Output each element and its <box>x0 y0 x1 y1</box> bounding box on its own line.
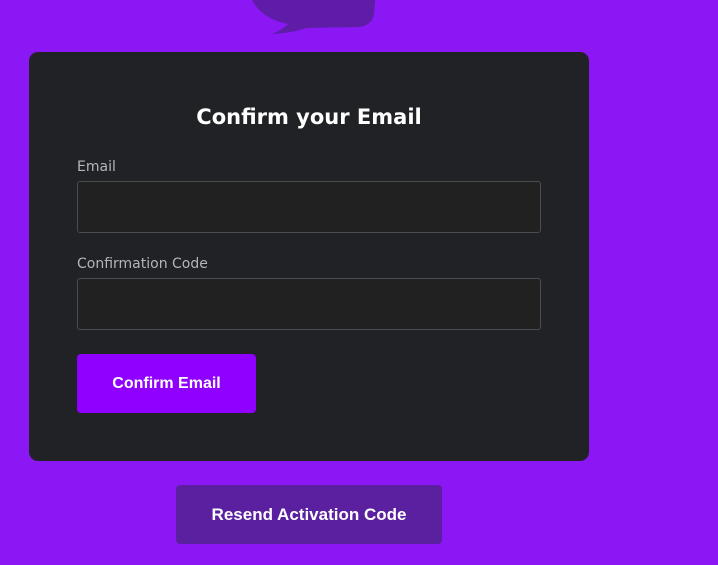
resend-activation-code-button[interactable]: Resend Activation Code <box>176 485 442 544</box>
confirm-email-button[interactable]: Confirm Email <box>77 354 256 413</box>
confirm-email-card: Confirm your Email Email Confirmation Co… <box>29 52 589 461</box>
email-field[interactable] <box>77 181 541 233</box>
confirmation-code-field[interactable] <box>77 278 541 330</box>
confirmation-code-label: Confirmation Code <box>77 256 208 272</box>
email-label: Email <box>77 159 116 175</box>
page-title: Confirm your Email <box>196 105 422 129</box>
speech-bubble-logo-icon <box>252 0 376 34</box>
